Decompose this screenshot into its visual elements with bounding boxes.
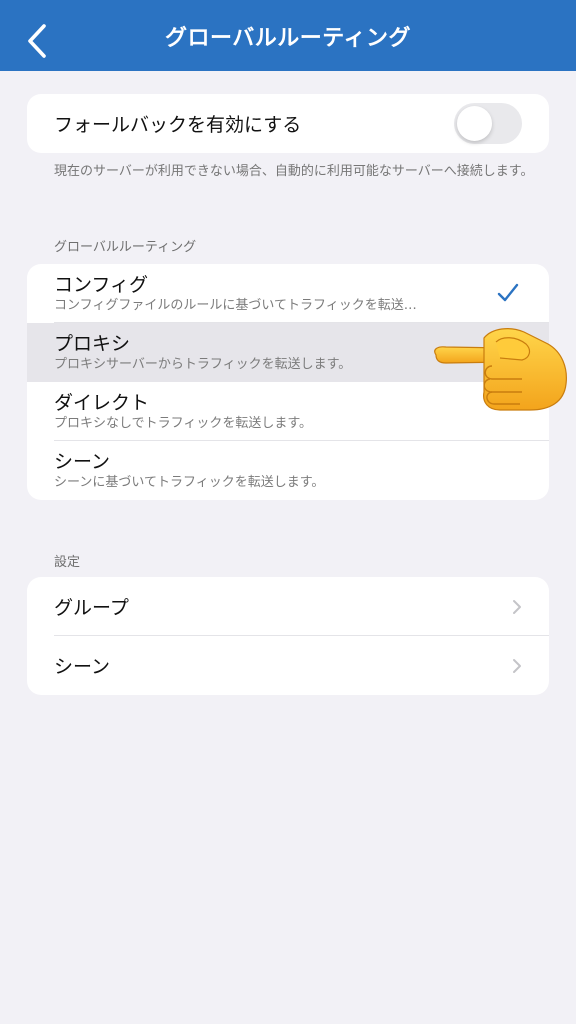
route-option-subtitle: シーンに基づいてトラフィックを転送します。 <box>54 474 325 490</box>
back-button[interactable] <box>22 22 52 60</box>
chevron-right-icon <box>513 600 521 614</box>
page-title: グローバルルーティング <box>165 25 411 51</box>
pointing-hand-icon <box>434 328 567 411</box>
nav-bar: グローバルルーティング <box>0 0 576 71</box>
fallback-toggle[interactable] <box>454 103 522 144</box>
toggle-knob <box>457 106 492 141</box>
routing-section-header: グローバルルーティング <box>54 240 197 255</box>
settings-item-group[interactable]: グループ <box>27 577 549 636</box>
route-option-subtitle: プロキシなしでトラフィックを転送します。 <box>54 415 313 431</box>
settings-item-label: グループ <box>54 597 129 619</box>
settings-item-scene[interactable]: シーン <box>27 636 549 695</box>
fallback-row: フォールバックを有効にする <box>27 94 549 153</box>
route-option-title: シーン <box>54 450 111 473</box>
fallback-label: フォールバックを有効にする <box>54 114 302 136</box>
route-option-config[interactable]: コンフィグ コンフィグファイルのルールに基づいてトラフィックを転送… <box>27 264 549 323</box>
chevron-left-icon <box>28 24 46 58</box>
route-option-title: プロキシ <box>54 332 131 355</box>
checkmark-icon <box>497 283 519 302</box>
route-option-subtitle: コンフィグファイルのルールに基づいてトラフィックを転送… <box>54 297 417 313</box>
settings-section-header: 設定 <box>54 555 81 570</box>
route-option-title: コンフィグ <box>54 273 149 296</box>
route-option-scene[interactable]: シーン シーンに基づいてトラフィックを転送します。 <box>27 441 549 500</box>
route-option-title: ダイレクト <box>54 391 150 414</box>
route-option-subtitle: プロキシサーバーからトラフィックを転送します。 <box>54 356 352 372</box>
settings-card: グループ シーン <box>27 577 549 695</box>
fallback-description: 現在のサーバーが利用できない場合、自動的に利用可能なサーバーへ接続します。 <box>54 164 534 179</box>
chevron-right-icon <box>513 659 521 673</box>
fallback-card: フォールバックを有効にする <box>27 94 549 153</box>
settings-item-label: シーン <box>54 656 111 678</box>
